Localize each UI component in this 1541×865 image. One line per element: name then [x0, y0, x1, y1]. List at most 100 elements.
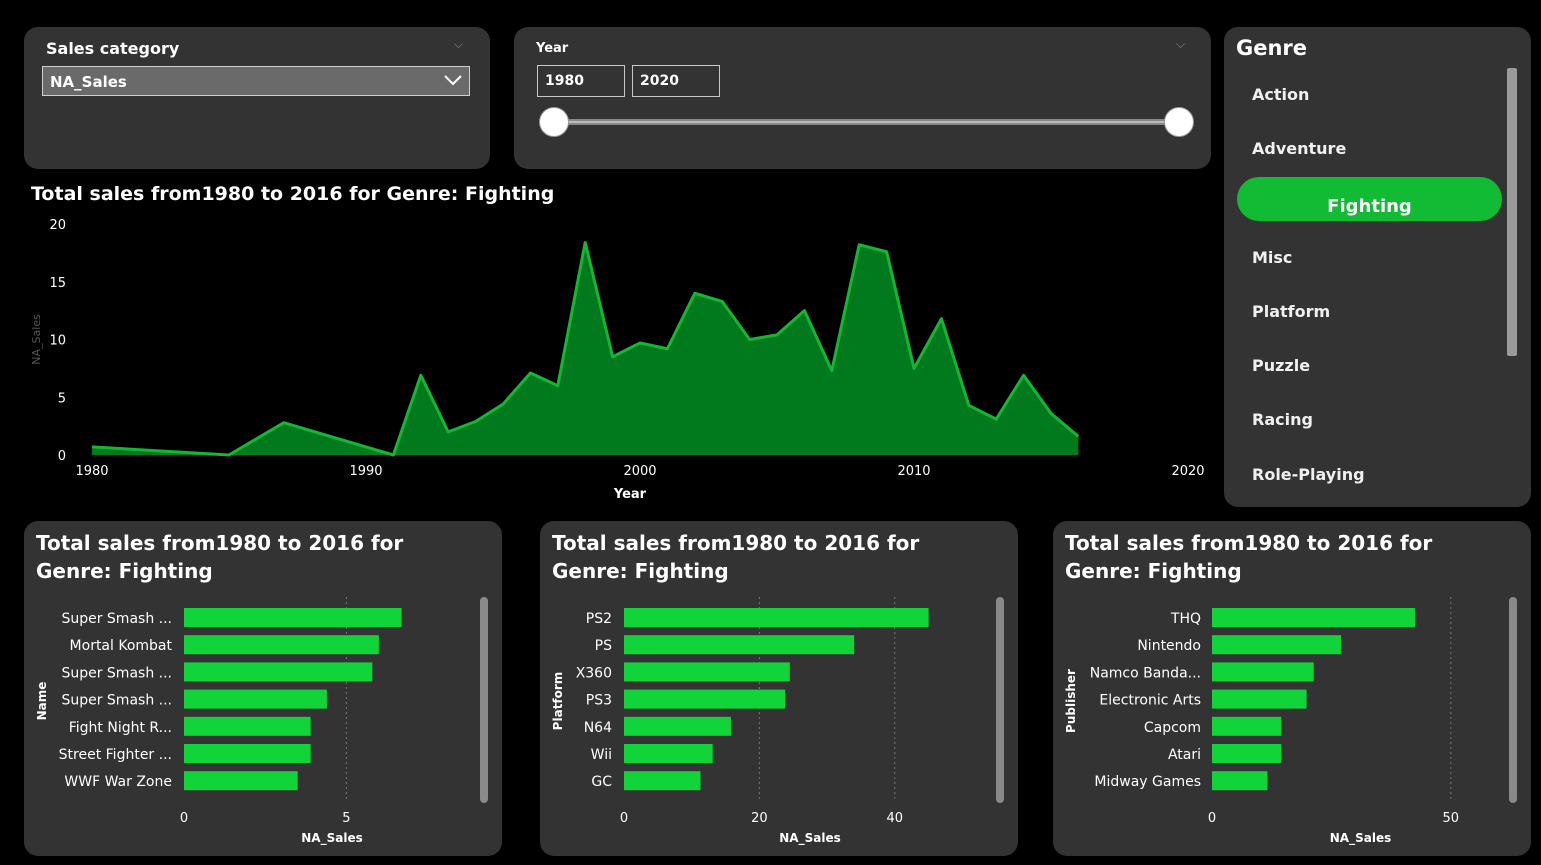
- x-tick-label: 0: [1208, 811, 1216, 826]
- category-label: PS2: [586, 611, 612, 627]
- category-label: Namco Banda...: [1090, 665, 1201, 681]
- category-label: Atari: [1168, 747, 1201, 763]
- genre-item-puzzle[interactable]: Puzzle: [1252, 356, 1310, 375]
- platform-bar-scrollbar[interactable]: [996, 597, 1004, 803]
- year-start-input[interactable]: 1980: [537, 65, 625, 97]
- x-tick-label: 40: [886, 811, 903, 826]
- genre-scrollbar[interactable]: [1507, 68, 1517, 356]
- genre-item-adventure[interactable]: Adventure: [1252, 139, 1346, 158]
- x-tick-label: 2010: [897, 464, 930, 479]
- publisher-bar-chart: 0 50 THQ Nintendo Namco Banda... Electronic A…: [1064, 597, 1460, 846]
- category-label: Super Smash ...: [61, 693, 172, 709]
- y-axis-label: Name: [35, 682, 49, 721]
- category-label: PS: [595, 638, 612, 654]
- year-slicer-title: Year: [536, 41, 569, 56]
- y-tick-label: 5: [58, 391, 66, 406]
- publisher-bar-scrollbar[interactable]: [1509, 597, 1517, 803]
- category-label: Midway Games: [1094, 774, 1201, 790]
- year-start-handle[interactable]: [539, 107, 569, 137]
- genre-slicer: Genre Action Adventure Fighting Misc Pla…: [1224, 27, 1531, 507]
- sales-category-slicer: Sales category ⌵ NA_Sales: [24, 27, 490, 169]
- x-axis-label: NA_Sales: [301, 831, 362, 846]
- collapse-chevron-icon[interactable]: ⌵: [454, 37, 463, 52]
- platform-bar-chart: 0 20 40 PS2 PS X360 PS3 N64 Wii GC NA_Sales Platfor…: [551, 597, 929, 846]
- publisher-bar-card: Total sales from1980 to 2016 for Genre: …: [1053, 521, 1531, 856]
- bar[interactable]: [184, 716, 311, 736]
- name-bar-chart: 0 5 Super Smash ... Mortal Kombat Super Smas…: [35, 597, 402, 846]
- genre-item-action[interactable]: Action: [1252, 85, 1309, 104]
- bar[interactable]: [184, 689, 327, 709]
- bar[interactable]: [1212, 635, 1341, 655]
- genre-item-fighting[interactable]: Fighting: [1237, 177, 1502, 221]
- genre-slicer-title: Genre: [1236, 36, 1308, 60]
- sales-area-chart: 0 5 10 15 20 1980 1990 2000 2010 2020 Year NA_Sales: [30, 218, 1205, 502]
- platform-bar-card: Total sales from1980 to 2016 for Genre: …: [540, 521, 1018, 856]
- category-label: THQ: [1170, 611, 1201, 627]
- x-tick-label: 0: [620, 811, 628, 826]
- year-end-input[interactable]: 2020: [632, 65, 720, 97]
- sales-category-dropdown[interactable]: NA_Sales: [42, 66, 470, 96]
- bar[interactable]: [184, 608, 402, 627]
- x-tick-label: 2020: [1171, 464, 1204, 479]
- y-axis-label: NA_Sales: [30, 314, 43, 365]
- x-tick-label: 5: [342, 811, 350, 826]
- category-label: GC: [591, 774, 612, 790]
- category-label: N64: [584, 720, 612, 736]
- year-end-handle[interactable]: [1164, 107, 1194, 137]
- bar[interactable]: [624, 635, 855, 655]
- y-axis-label: Publisher: [1064, 669, 1078, 733]
- x-tick-label: 2000: [623, 464, 656, 479]
- category-label: Mortal Kombat: [70, 638, 173, 654]
- genre-item-platform[interactable]: Platform: [1252, 302, 1330, 321]
- bar[interactable]: [1212, 689, 1307, 709]
- x-axis-label: NA_Sales: [1330, 831, 1391, 846]
- bar[interactable]: [1212, 662, 1314, 682]
- bar[interactable]: [1212, 744, 1282, 763]
- sales-category-title: Sales category: [46, 39, 180, 58]
- x-tick-label: 20: [751, 811, 768, 826]
- y-tick-label: 0: [58, 449, 66, 464]
- category-label: Wii: [591, 747, 612, 763]
- year-range-track[interactable]: [554, 119, 1179, 125]
- category-label: Fight Night R...: [69, 720, 172, 736]
- bar[interactable]: [624, 689, 786, 709]
- category-label: Street Fighter ...: [59, 747, 172, 763]
- bar[interactable]: [624, 716, 731, 736]
- bar[interactable]: [624, 744, 713, 763]
- bar[interactable]: [1212, 716, 1282, 736]
- bar[interactable]: [624, 771, 701, 791]
- sales-category-value: NA_Sales: [50, 73, 127, 91]
- bar[interactable]: [624, 608, 929, 627]
- x-axis-label: Year: [613, 487, 647, 502]
- area-fill: [92, 242, 1079, 455]
- category-label: Electronic Arts: [1099, 693, 1201, 709]
- name-bar-card: Total sales from1980 to 2016 for Genre: …: [24, 521, 502, 856]
- x-tick-label: 1980: [75, 464, 108, 479]
- bar[interactable]: [624, 662, 790, 682]
- y-axis-label: Platform: [551, 672, 565, 731]
- genre-item-racing[interactable]: Racing: [1252, 410, 1313, 429]
- x-tick-label: 50: [1443, 811, 1460, 826]
- bar[interactable]: [184, 635, 379, 655]
- genre-item-misc[interactable]: Misc: [1252, 248, 1292, 267]
- bar[interactable]: [184, 744, 311, 763]
- year-slicer: Year ⌵ 1980 2020: [514, 27, 1211, 169]
- x-tick-label: 1990: [349, 464, 382, 479]
- bar[interactable]: [1212, 771, 1268, 791]
- category-label: WWF War Zone: [64, 774, 172, 790]
- bar[interactable]: [1212, 608, 1415, 627]
- genre-item-label: Fighting: [1327, 196, 1412, 217]
- category-label: Nintendo: [1137, 638, 1201, 654]
- genre-item-role-playing[interactable]: Role-Playing: [1252, 465, 1365, 484]
- x-axis-label: NA_Sales: [779, 831, 840, 846]
- bar[interactable]: [184, 771, 298, 791]
- x-tick-label: 0: [180, 811, 188, 826]
- category-label: Super Smash ...: [61, 665, 172, 681]
- y-tick-label: 15: [49, 276, 66, 291]
- collapse-chevron-icon[interactable]: ⌵: [1176, 37, 1185, 52]
- y-tick-label: 10: [49, 334, 66, 349]
- bar[interactable]: [184, 662, 373, 682]
- category-label: Super Smash ...: [61, 611, 172, 627]
- name-bar-scrollbar[interactable]: [480, 597, 488, 803]
- area-chart-title: Total sales from1980 to 2016 for Genre: …: [31, 183, 555, 205]
